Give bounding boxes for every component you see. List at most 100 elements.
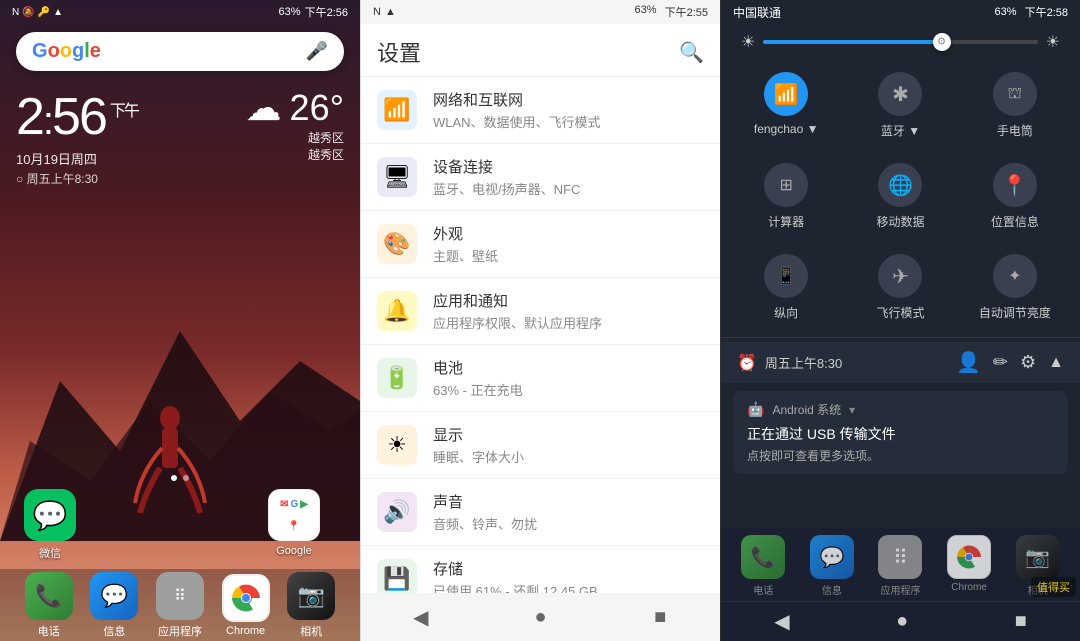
dock-apps[interactable]: ⠿ 应用程序 bbox=[156, 572, 204, 639]
data-tile[interactable]: 🌐 移动数据 bbox=[843, 151, 957, 242]
silent-icon: 🔕 bbox=[22, 7, 34, 18]
recents-strip: 📞 电话 💬 信息 ⠿ 应用程序 bbox=[721, 527, 1080, 601]
brightness-slider[interactable]: ⚙ bbox=[763, 40, 1037, 44]
recent-phone[interactable]: 📞 电话 bbox=[741, 535, 785, 597]
recent-chrome-label: Chrome bbox=[951, 582, 987, 593]
google-search-bar[interactable]: Google 🎤 bbox=[16, 32, 344, 71]
appearance-text: 外观 主题、壁纸 bbox=[433, 223, 704, 265]
settings-title: 设置 bbox=[377, 36, 421, 68]
storage-icon: 💾 bbox=[377, 559, 417, 593]
settings-storage[interactable]: 💾 存储 已使用 61% - 还剩 12.45 GB bbox=[361, 546, 720, 593]
settings-apps[interactable]: 🔔 应用和通知 应用程序权限、默认应用程序 bbox=[361, 278, 720, 345]
dock-phone[interactable]: 📞 电话 bbox=[25, 572, 73, 639]
calculator-tile[interactable]: ⊞ 计算器 bbox=[729, 151, 843, 242]
bluetooth-tile[interactable]: ✱ 蓝牙 ▼ bbox=[843, 60, 957, 151]
wifi-icon: ▲ bbox=[53, 7, 63, 18]
recent-chrome[interactable]: Chrome bbox=[947, 535, 991, 597]
back-button[interactable]: ◀ bbox=[381, 605, 461, 630]
apps-notif-text: 应用和通知 应用程序权限、默认应用程序 bbox=[433, 290, 704, 332]
mic-icon[interactable]: 🎤 bbox=[306, 41, 328, 62]
settings-header: 设置 🔍 bbox=[361, 24, 720, 77]
battery-text: 电池 63% - 正在充电 bbox=[433, 357, 704, 399]
alarm-person-icon[interactable]: 👤 bbox=[956, 350, 981, 375]
settings-appearance[interactable]: 🎨 外观 主题、壁纸 bbox=[361, 211, 720, 278]
recents-row: 📞 电话 💬 信息 ⠿ 应用程序 bbox=[721, 535, 1080, 597]
shade-nav-bar: ◀ ● ■ bbox=[721, 601, 1080, 641]
home-button[interactable]: ● bbox=[500, 606, 580, 629]
settings-screen: N ▲ 63% 下午2:55 设置 🔍 📶 网络和互联网 WLAN、数据使用、飞… bbox=[360, 0, 720, 641]
wifi-s: ▲ bbox=[385, 6, 396, 18]
display-title: 显示 bbox=[433, 424, 704, 445]
recent-messages[interactable]: 💬 信息 bbox=[810, 535, 854, 597]
divider bbox=[721, 337, 1080, 338]
cloud-icon: ☁ bbox=[246, 87, 282, 129]
nfc-icon: N bbox=[12, 7, 19, 18]
storage-text: 存储 已使用 61% - 还剩 12.45 GB bbox=[433, 558, 704, 593]
sound-text: 声音 音频、铃声、勿扰 bbox=[433, 491, 704, 533]
display-icon: ☀ bbox=[377, 425, 417, 465]
calc-tile-icon: ⊞ bbox=[764, 163, 808, 207]
sound-title: 声音 bbox=[433, 491, 704, 512]
usb-notification[interactable]: 🤖 Android 系统 ▾ 正在通过 USB 传输文件 点按即可查看更多选项。 bbox=[733, 391, 1068, 474]
calc-tile-label: 计算器 bbox=[768, 213, 804, 230]
wifi-tile[interactable]: 📶 fengchao ▼ bbox=[729, 60, 843, 151]
rotate-tile[interactable]: 📱 纵向 bbox=[729, 242, 843, 333]
settings-battery[interactable]: 🔋 电池 63% - 正在充电 bbox=[361, 345, 720, 412]
alarm-gear-icon[interactable]: ⚙ bbox=[1020, 352, 1036, 373]
location-label: 越秀区 bbox=[246, 129, 344, 146]
brightness-high-icon: ☀ bbox=[1046, 32, 1060, 52]
watermark-text: 值得买 bbox=[1037, 582, 1070, 594]
search-icon[interactable]: 🔍 bbox=[679, 40, 704, 65]
alarm-actions: 👤 ✏ ⚙ ▲ bbox=[956, 350, 1064, 375]
shade-home-btn[interactable]: ● bbox=[896, 610, 908, 633]
brightness-thumb: ⚙ bbox=[933, 33, 951, 51]
dock-camera[interactable]: 📷 相机 bbox=[287, 572, 335, 639]
recents-button[interactable]: ■ bbox=[620, 606, 700, 629]
alarm-edit-icon[interactable]: ✏ bbox=[993, 352, 1008, 373]
google-app[interactable]: ✉ G ▶ 📍 Google bbox=[268, 489, 320, 561]
data-tile-icon: 🌐 bbox=[878, 163, 922, 207]
location-tile[interactable]: 📍 位置信息 bbox=[958, 151, 1072, 242]
google-label: Google bbox=[276, 545, 311, 557]
notif-app-name: Android 系统 bbox=[772, 401, 841, 418]
dock-chrome[interactable]: Chrome bbox=[222, 574, 270, 637]
dock-messages[interactable]: 💬 信息 bbox=[90, 572, 138, 639]
recent-apps[interactable]: ⠿ 应用程序 bbox=[878, 535, 922, 597]
settings-devices[interactable]: 🖥 设备连接 蓝牙、电视/扬声器、NFC bbox=[361, 144, 720, 211]
brightness-low-icon: ☀ bbox=[741, 32, 755, 52]
auto-bright-label: 自动调节亮度 bbox=[979, 304, 1051, 321]
dock: 📞 电话 💬 信息 ⠿ 应用程序 bbox=[0, 569, 360, 641]
status-time-battery: 63% 下午2:55 bbox=[635, 4, 708, 20]
network-subtitle: WLAN、数据使用、飞行模式 bbox=[433, 112, 704, 131]
shade-battery: 63% bbox=[995, 6, 1017, 18]
sound-icon: 🔊 bbox=[377, 492, 417, 532]
airplane-tile[interactable]: ✈ 飞行模式 bbox=[843, 242, 957, 333]
alarm-row[interactable]: ⏰ 周五上午8:30 👤 ✏ ⚙ ▲ bbox=[721, 342, 1080, 383]
page-indicators bbox=[0, 475, 360, 481]
auto-brightness-tile[interactable]: ✦ 自动调节亮度 bbox=[958, 242, 1072, 333]
flashlight-tile[interactable]: ⛫ 手电筒 bbox=[958, 60, 1072, 151]
shade-clock: 下午2:58 bbox=[1025, 4, 1068, 20]
airplane-tile-icon: ✈ bbox=[878, 254, 922, 298]
recent-phone-icon: 📞 bbox=[741, 535, 785, 579]
status-icons: N ▲ bbox=[373, 6, 396, 18]
alarm-expand-icon[interactable]: ▲ bbox=[1048, 354, 1064, 372]
battery-s: 63% bbox=[635, 4, 657, 20]
camera-icon: 📷 bbox=[287, 572, 335, 620]
wechat-app[interactable]: 💬 微信 bbox=[24, 489, 76, 561]
settings-network[interactable]: 📶 网络和互联网 WLAN、数据使用、飞行模式 bbox=[361, 77, 720, 144]
clock-s: 下午2:55 bbox=[665, 4, 708, 20]
recent-apps-label: 应用程序 bbox=[880, 582, 920, 597]
shade-recents-btn[interactable]: ■ bbox=[1015, 610, 1027, 633]
quick-tiles-grid: 📶 fengchao ▼ ✱ 蓝牙 ▼ ⛫ 手电筒 ⊞ 计算器 🌐 bbox=[721, 60, 1080, 333]
shade-back-btn[interactable]: ◀ bbox=[774, 609, 789, 634]
notification-shade: 中国联通 63% 下午2:58 ☀ ⚙ ☀ 📶 fengchao ▼ ✱ bbox=[720, 0, 1080, 641]
status-bar: N 🔕 🔑 ▲ 63% 下午2:56 bbox=[0, 0, 360, 24]
settings-display[interactable]: ☀ 显示 睡眠、字体大小 bbox=[361, 412, 720, 479]
devices-subtitle: 蓝牙、电视/扬声器、NFC bbox=[433, 179, 704, 198]
brightness-fill bbox=[763, 40, 941, 44]
settings-sound[interactable]: 🔊 声音 音频、铃声、勿扰 bbox=[361, 479, 720, 546]
rotate-tile-label: 纵向 bbox=[774, 304, 798, 321]
wechat-icon: 💬 bbox=[24, 489, 76, 541]
bt-tile-label: 蓝牙 ▼ bbox=[881, 122, 920, 139]
